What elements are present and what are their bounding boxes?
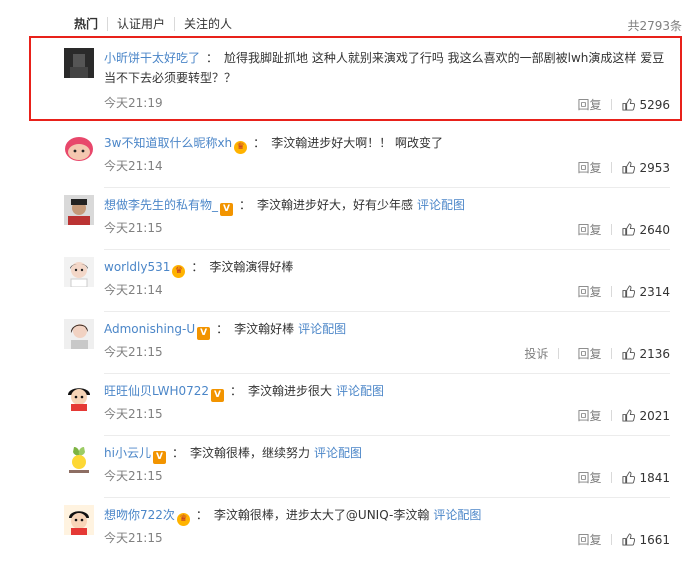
- thumb-up-icon: [622, 409, 636, 422]
- comment-time: 今天21:15: [104, 345, 163, 359]
- comment-time: 今天21:15: [104, 221, 163, 235]
- comment-image-link[interactable]: 评论配图: [433, 508, 481, 522]
- username-link[interactable]: 小昕饼干太好吃了: [104, 51, 200, 65]
- tab-verified-users[interactable]: 认证用户: [107, 17, 174, 31]
- comment-actions: 回复 1841: [559, 469, 670, 486]
- vip-badge-icon: V: [197, 327, 211, 340]
- like-count: 2021: [639, 408, 670, 423]
- vip-badge-icon: V: [152, 451, 166, 464]
- comment-actions: 回复 2021: [559, 407, 670, 424]
- like-count: 2953: [639, 160, 670, 175]
- comment-time: 今天21:14: [104, 283, 163, 297]
- avatar[interactable]: [64, 381, 94, 411]
- comment-time: 今天21:19: [104, 96, 163, 110]
- comment-image-link[interactable]: 评论配图: [417, 198, 465, 212]
- comment-body: Admonishing-U V：李汶翰好棒 评论配图: [104, 322, 347, 340]
- comment-body: worldly531 ♛：李汶翰演得好棒: [104, 260, 294, 278]
- comment-text: 李汶翰进步好大，好有少年感: [257, 198, 414, 212]
- comment-text: 李汶翰很棒，继续努力: [189, 446, 310, 460]
- reply-button[interactable]: 回复: [577, 221, 601, 238]
- vip-badge-icon: V: [220, 203, 234, 216]
- username-link[interactable]: 想做李先生的私有物_: [104, 198, 218, 212]
- comment-time: 今天21:14: [104, 159, 163, 173]
- comment-actions: 投诉 回复 2136: [506, 345, 670, 362]
- like-button[interactable]: 2640: [622, 223, 670, 237]
- thumb-up-icon: [622, 285, 636, 298]
- reply-button[interactable]: 回复: [577, 531, 601, 548]
- like-button[interactable]: 1661: [622, 533, 670, 547]
- report-button[interactable]: 投诉: [524, 345, 548, 362]
- comment-body: 想做李先生的私有物_ V：李汶翰进步好大，好有少年感 评论配图: [104, 198, 466, 216]
- thumb-up-icon: [622, 347, 636, 360]
- username-link[interactable]: 旺旺仙贝LWH0722: [104, 384, 209, 398]
- like-button[interactable]: 5296: [622, 98, 670, 112]
- avatar[interactable]: [64, 257, 94, 287]
- tab-following[interactable]: 关注的人: [174, 17, 241, 31]
- comment-body: 旺旺仙贝LWH0722 V：李汶翰进步很大 评论配图: [104, 384, 385, 402]
- thumb-up-icon: [622, 223, 636, 236]
- comment-actions: 回复 2640: [559, 221, 670, 238]
- avatar[interactable]: [64, 133, 94, 163]
- thumb-up-icon: [622, 471, 636, 484]
- comment-time: 今天21:15: [104, 469, 163, 483]
- comment-text: 李汶翰很棒，进步太大了@UNIQ-李汶翰: [213, 508, 430, 522]
- thumb-up-icon: [622, 98, 636, 111]
- like-button[interactable]: 1841: [622, 471, 670, 485]
- like-button[interactable]: 2953: [622, 161, 670, 175]
- comment-body: 小昕饼干太好吃了：尬得我脚趾抓地 这种人就别来演戏了行吗 我这么喜欢的一部剧被l…: [104, 51, 665, 85]
- reply-button[interactable]: 回复: [577, 469, 601, 486]
- comment-actions: 回复 5296: [559, 96, 670, 113]
- thumb-up-icon: [622, 161, 636, 174]
- comment-text: 李汶翰演得好棒: [209, 260, 294, 274]
- like-count: 2136: [639, 346, 670, 361]
- comment-image-link[interactable]: 评论配图: [298, 322, 346, 336]
- thumb-up-icon: [622, 533, 636, 546]
- comment-time: 今天21:15: [104, 407, 163, 421]
- comment-time: 今天21:15: [104, 531, 163, 545]
- reply-button[interactable]: 回复: [577, 283, 601, 300]
- total-count: 共2793条: [627, 19, 682, 33]
- comment-body: hi小云儿 V：李汶翰很棒，继续努力 评论配图: [104, 446, 362, 464]
- comment-body: 3w不知道取什么昵称xh ♛：李汶翰进步好大啊！！ 啊改变了: [104, 136, 444, 154]
- username-link[interactable]: 想吻你722次: [104, 508, 175, 522]
- crown-badge-icon: ♛: [172, 265, 186, 278]
- reply-button[interactable]: 回复: [577, 159, 601, 176]
- reply-button[interactable]: 回复: [577, 345, 601, 362]
- vip-badge-icon: V: [211, 389, 225, 402]
- comment-image-link[interactable]: 评论配图: [336, 384, 384, 398]
- comment-text: 李汶翰进步好大啊！！ 啊改变了: [271, 136, 444, 150]
- avatar[interactable]: [64, 443, 94, 473]
- comment-actions: 回复 2314: [559, 283, 670, 300]
- username-link[interactable]: Admonishing-U: [104, 322, 195, 336]
- comment-actions: 回复 2953: [559, 159, 670, 176]
- crown-badge-icon: ♛: [176, 513, 190, 526]
- comment-body: 想吻你722次 ♛：李汶翰很棒，进步太大了@UNIQ-李汶翰 评论配图: [104, 508, 482, 526]
- avatar[interactable]: [64, 505, 94, 535]
- comment-actions: 回复 1661: [559, 531, 670, 548]
- like-button[interactable]: 2021: [622, 409, 670, 423]
- like-button[interactable]: 2136: [622, 347, 670, 361]
- like-count: 5296: [639, 97, 670, 112]
- username-link[interactable]: hi小云儿: [104, 446, 151, 460]
- username-link[interactable]: worldly531: [104, 260, 170, 274]
- comment-text: 李汶翰进步很大: [248, 384, 333, 398]
- comment-tabs: 热门 认证用户 关注的人: [74, 16, 241, 32]
- avatar[interactable]: [64, 48, 94, 78]
- like-count: 1661: [639, 532, 670, 547]
- reply-button[interactable]: 回复: [577, 96, 601, 113]
- tab-hot[interactable]: 热门: [74, 17, 107, 31]
- avatar[interactable]: [64, 195, 94, 225]
- like-count: 1841: [639, 470, 670, 485]
- reply-button[interactable]: 回复: [577, 407, 601, 424]
- like-count: 2640: [639, 222, 670, 237]
- like-button[interactable]: 2314: [622, 285, 670, 299]
- comment-text: 李汶翰好棒: [234, 322, 295, 336]
- tabs-divider: [56, 36, 682, 37]
- crown-badge-icon: ♛: [234, 141, 248, 154]
- like-count: 2314: [639, 284, 670, 299]
- avatar[interactable]: [64, 319, 94, 349]
- username-link[interactable]: 3w不知道取什么昵称xh: [104, 136, 232, 150]
- comment-image-link[interactable]: 评论配图: [314, 446, 362, 460]
